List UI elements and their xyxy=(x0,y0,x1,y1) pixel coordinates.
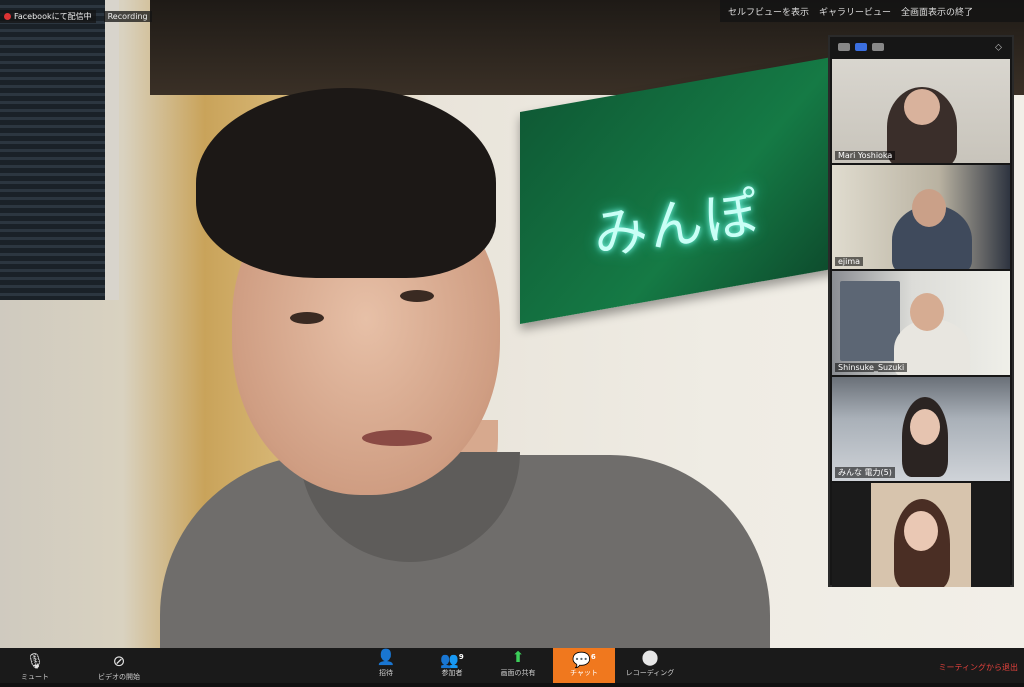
participant-tile[interactable] xyxy=(832,483,1010,587)
live-status: Facebookにて配信中 xyxy=(0,9,96,23)
gallery-view-button[interactable]: ギャラリービュー xyxy=(819,5,891,18)
status-indicators: Facebookにて配信中 Recording xyxy=(0,8,152,24)
share-screen-button[interactable]: ⬆ 画面の共有 xyxy=(487,648,549,683)
grid-view-icon[interactable] xyxy=(872,43,884,51)
participant-name: みんな 電力(5) xyxy=(835,467,895,478)
participant-gallery: ⬦ Mari Yoshioka ejima Shinsuke_Suzuki みん… xyxy=(828,35,1014,587)
security-icon: 👤 xyxy=(376,648,396,666)
show-self-view-button[interactable]: セルフビューを表示 xyxy=(728,5,809,18)
participant-face xyxy=(912,189,946,227)
speaker-eye-left xyxy=(290,312,324,324)
toolbar-left-group: 🎙 ミュート ⊘ ビデオの開始 xyxy=(4,652,150,687)
wall-picture xyxy=(840,281,900,361)
participant-face xyxy=(904,89,940,125)
speaker-hair xyxy=(196,88,496,278)
participants-icon: 👥9 xyxy=(440,651,464,669)
share-screen-icon: ⬆ xyxy=(511,648,525,666)
chat-icon: 💬6 xyxy=(572,651,596,669)
participant-face xyxy=(910,409,940,445)
meeting-toolbar: 🎙 ミュート ⊘ ビデオの開始 👤 招待 👥9 参加者 ⬆ 画面の共有 💬6 チ… xyxy=(0,648,1024,683)
record-button[interactable]: ⬤ レコーディング xyxy=(619,648,681,683)
mute-button[interactable]: 🎙 ミュート xyxy=(4,652,66,687)
participant-tile[interactable]: みんな 電力(5) xyxy=(832,377,1010,481)
toolbar-center-group: 👤 招待 👥9 参加者 ⬆ 画面の共有 💬6 チャット ⬤ レコーディング xyxy=(355,648,681,683)
participant-face xyxy=(910,293,944,331)
participant-name: Shinsuke_Suzuki xyxy=(835,363,908,372)
leave-meeting-button[interactable]: ミーティングから退出 xyxy=(938,662,1018,673)
record-dot-icon xyxy=(4,12,11,20)
speaker-mouth xyxy=(362,430,432,446)
invite-button[interactable]: 👤 招待 xyxy=(355,648,417,683)
start-video-button[interactable]: ⊘ ビデオの開始 xyxy=(88,652,150,687)
gallery-header: ⬦ xyxy=(830,37,1012,57)
participants-button[interactable]: 👥9 参加者 xyxy=(421,648,483,683)
strip-view-icon[interactable] xyxy=(855,43,867,51)
participant-tile[interactable]: Shinsuke_Suzuki xyxy=(832,271,1010,375)
view-controls-bar: セルフビューを表示 ギャラリービュー 全画面表示の終了 xyxy=(720,0,1024,22)
record-icon: ⬤ xyxy=(641,648,659,666)
mic-icon: 🎙 xyxy=(25,652,45,670)
participant-tile[interactable]: ejima xyxy=(832,165,1010,269)
recording-status: Recording xyxy=(103,10,152,22)
participant-tile[interactable]: Mari Yoshioka xyxy=(832,59,1010,163)
pin-icon[interactable]: ⬦ xyxy=(995,42,1002,53)
speaker-eye-right xyxy=(400,290,434,302)
participant-name: ejima xyxy=(835,257,864,266)
video-off-icon: ⊘ xyxy=(112,652,126,670)
chat-button[interactable]: 💬6 チャット xyxy=(553,648,615,683)
exit-fullscreen-button[interactable]: 全画面表示の終了 xyxy=(901,5,973,18)
minimize-icon[interactable] xyxy=(838,43,850,51)
window-blinds xyxy=(0,0,119,300)
participant-face xyxy=(904,511,938,551)
participant-name: Mari Yoshioka xyxy=(835,151,896,160)
